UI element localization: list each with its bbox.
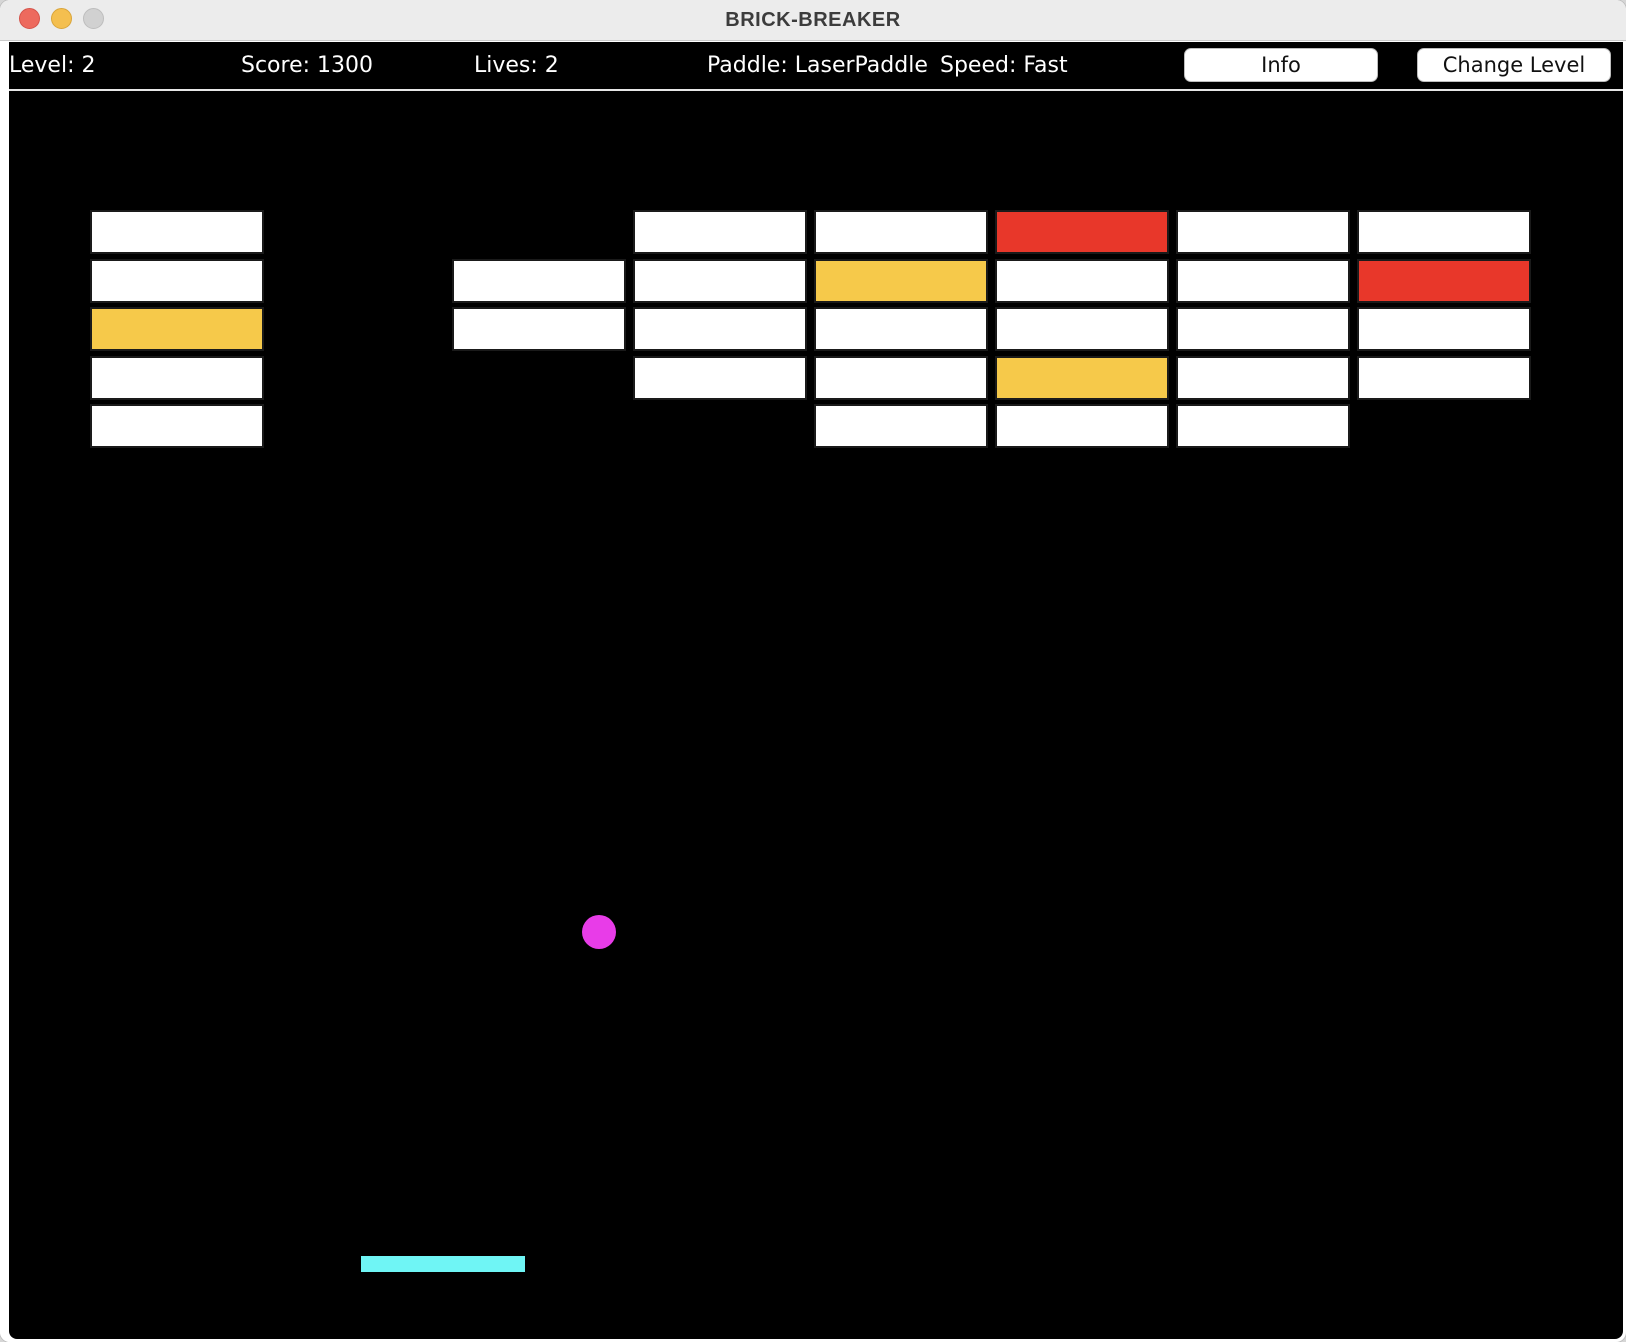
speed-label: Speed: Fast	[940, 53, 1068, 78]
lives-label: Lives: 2	[474, 53, 559, 78]
brick-normal	[1176, 404, 1350, 448]
brick-normal	[452, 307, 626, 351]
brick-normal	[1357, 356, 1531, 400]
brick-yellow	[995, 356, 1169, 400]
brick-normal	[814, 210, 988, 254]
brick-normal	[814, 356, 988, 400]
hud-bar: Level: 2 Score: 1300 Lives: 2 Paddle: La…	[9, 42, 1623, 91]
brick-normal	[995, 404, 1169, 448]
brick-normal	[452, 259, 626, 303]
brick-normal	[1176, 356, 1350, 400]
brick-normal	[995, 259, 1169, 303]
brick-red	[995, 210, 1169, 254]
brick-normal	[1357, 210, 1531, 254]
paddle[interactable]	[361, 1256, 525, 1272]
brick-normal	[1176, 210, 1350, 254]
change-level-button[interactable]: Change Level	[1417, 48, 1611, 82]
brick-normal	[633, 307, 807, 351]
brick-normal	[633, 210, 807, 254]
game-window: BRICK-BREAKER Level: 2 Score: 1300 Lives…	[0, 0, 1626, 1342]
brick-normal	[90, 356, 264, 400]
brick-normal	[90, 210, 264, 254]
brick-normal	[814, 307, 988, 351]
window-title: BRICK-BREAKER	[725, 9, 901, 31]
brick-normal	[1176, 307, 1350, 351]
ball	[582, 915, 616, 949]
background-window-edge	[0, 41, 9, 1342]
score-label: Score: 1300	[241, 53, 374, 78]
brick-red	[1357, 259, 1531, 303]
game-canvas[interactable]: Level: 2 Score: 1300 Lives: 2 Paddle: La…	[9, 42, 1623, 1339]
brick-normal	[814, 404, 988, 448]
brick-normal	[633, 259, 807, 303]
paddle-type-label: Paddle: LaserPaddle	[707, 53, 928, 78]
desktop: BRICK-BREAKER Level: 2 Score: 1300 Lives…	[0, 0, 1626, 1342]
play-field	[9, 91, 1623, 1339]
brick-normal	[995, 307, 1169, 351]
brick-yellow	[90, 307, 264, 351]
brick-normal	[1357, 307, 1531, 351]
brick-yellow	[814, 259, 988, 303]
brick-normal	[90, 259, 264, 303]
brick-normal	[90, 404, 264, 448]
title-bar[interactable]: BRICK-BREAKER	[0, 0, 1626, 41]
info-button[interactable]: Info	[1184, 48, 1378, 82]
brick-normal	[1176, 259, 1350, 303]
level-label: Level: 2	[9, 53, 96, 78]
brick-normal	[633, 356, 807, 400]
